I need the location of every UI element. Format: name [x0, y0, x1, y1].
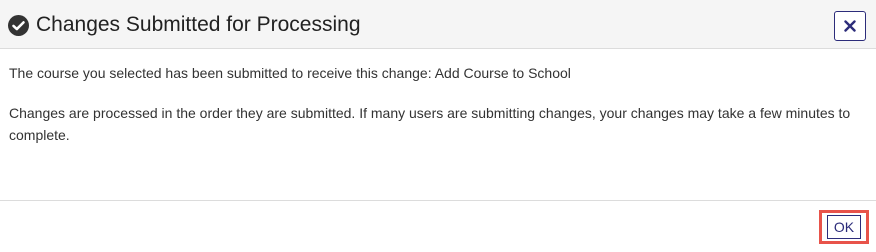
close-icon	[844, 20, 856, 32]
ok-button-label: OK	[826, 215, 862, 239]
check-circle-icon	[8, 15, 29, 36]
confirmation-message: The course you selected has been submitt…	[9, 65, 571, 81]
footer-divider	[0, 200, 876, 201]
dialog-body: The course you selected has been submitt…	[9, 62, 869, 146]
dialog-header: Changes Submitted for Processing	[0, 0, 876, 49]
processing-info-message: Changes are processed in the order they …	[9, 105, 851, 143]
changes-submitted-dialog: Changes Submitted for Processing The cou…	[0, 0, 876, 252]
dialog-title: Changes Submitted for Processing	[36, 13, 361, 36]
close-button[interactable]	[834, 11, 866, 41]
ok-button[interactable]: OK	[819, 210, 869, 244]
